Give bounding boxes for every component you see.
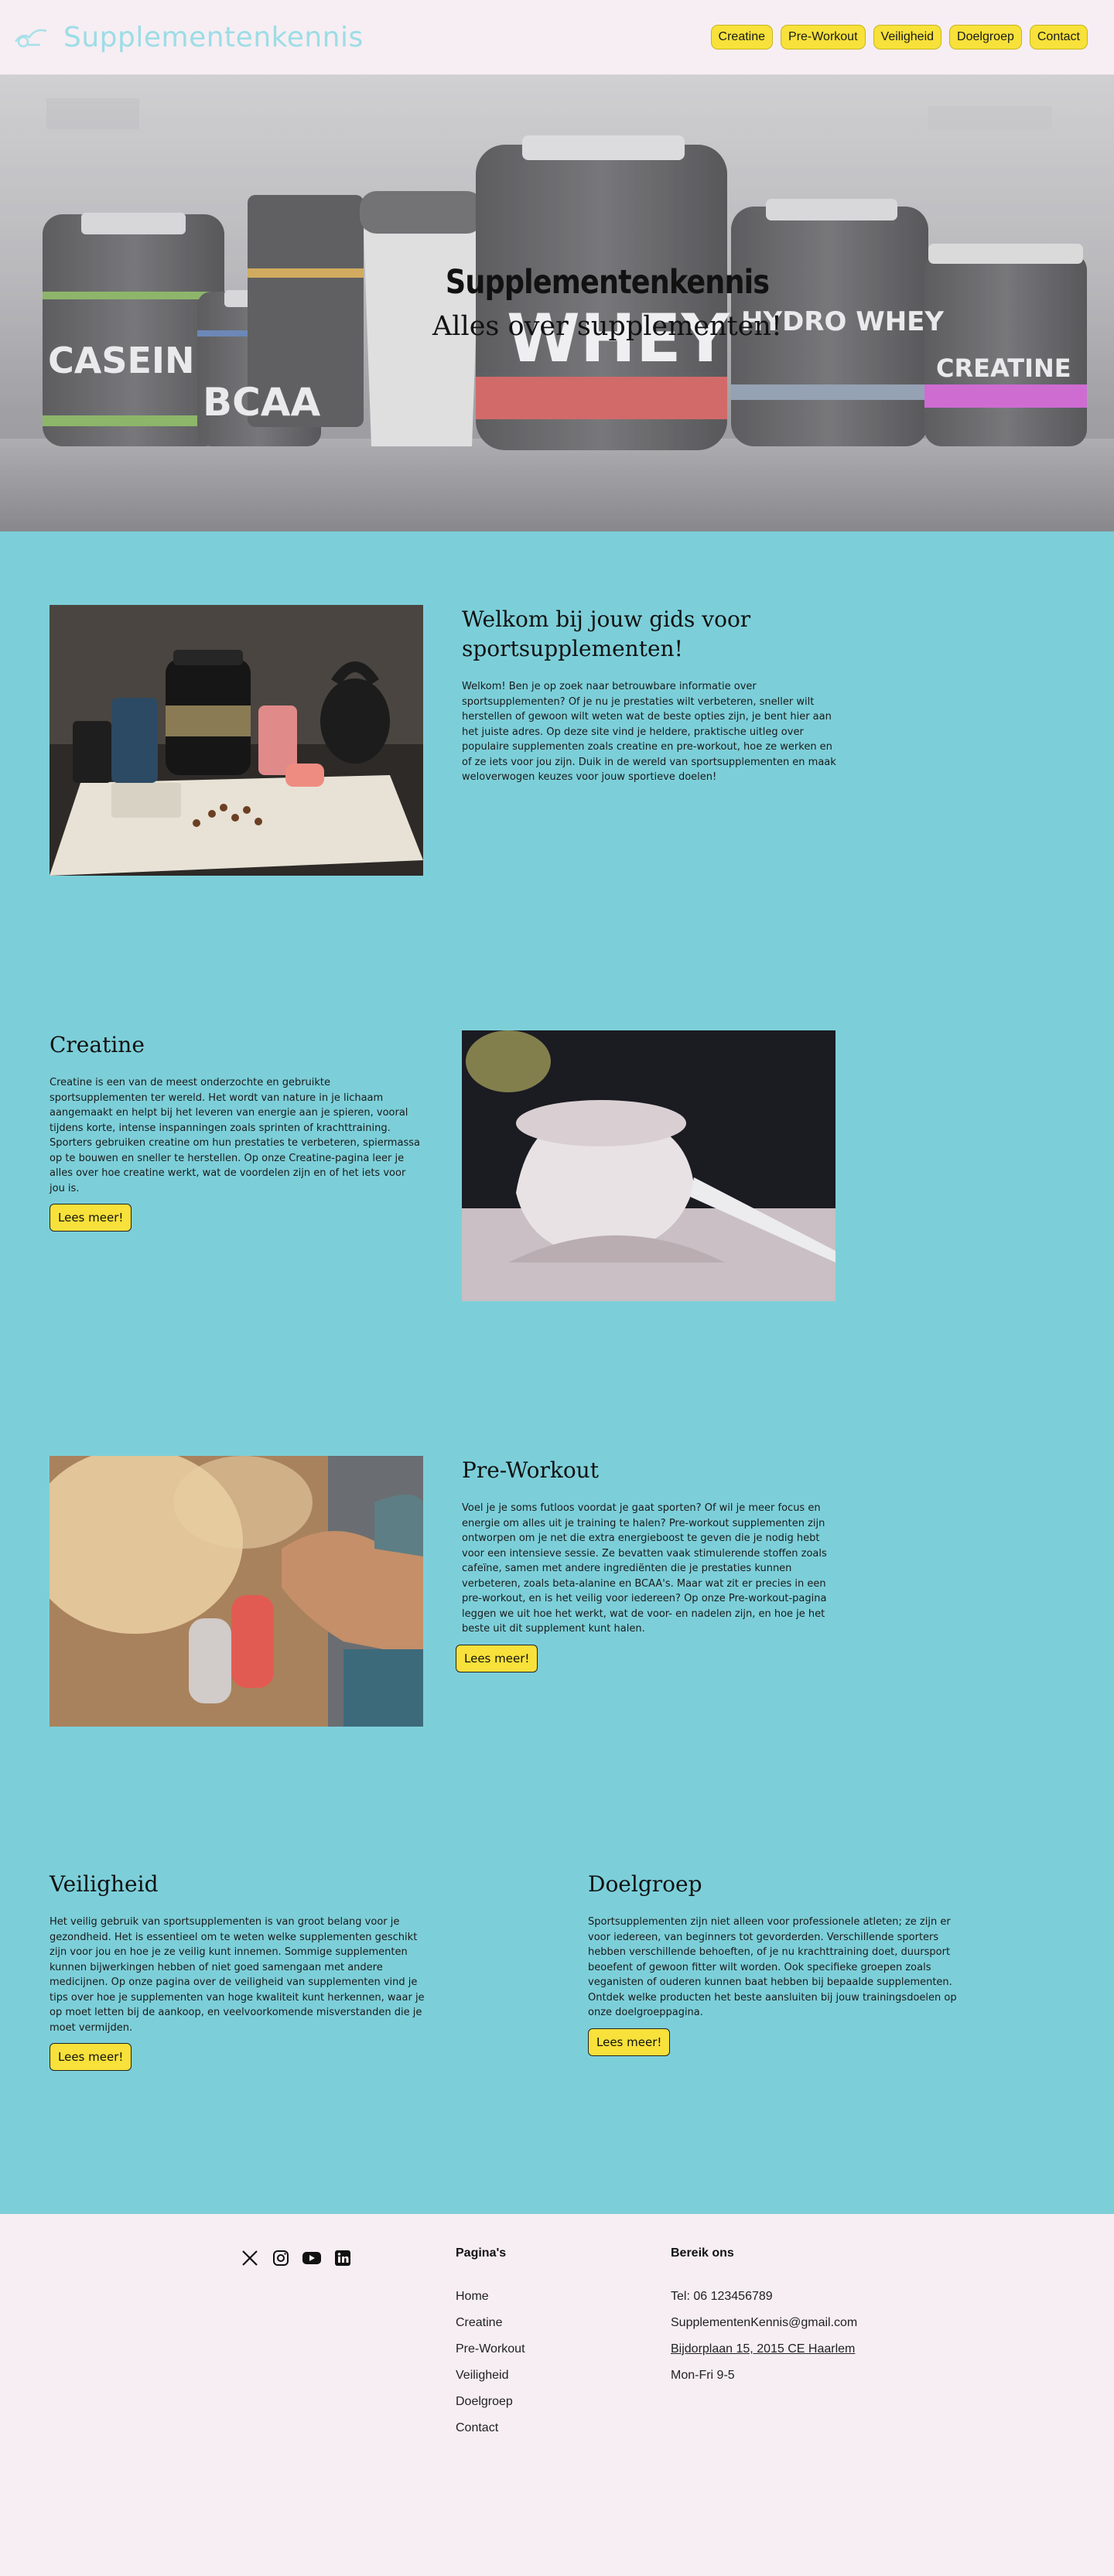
intro-body: Welkom! Ben je op zoek naar betrouwbare … — [462, 681, 836, 783]
footer-hours: Mon-Fri 9-5 — [671, 2369, 735, 2382]
instagram-icon[interactable] — [271, 2248, 291, 2268]
veiligheid-body: Het veilig gebruik van sportsupplementen… — [50, 1916, 425, 2034]
veiligheid-read-more-button[interactable]: Lees meer! — [50, 2043, 132, 2071]
creatine-title: Creatine — [50, 1032, 145, 1057]
creatine-image — [462, 1030, 836, 1301]
footer-pages: Pagina's Home Creatine Pre-Workout Veili… — [456, 2246, 525, 2441]
main-content: Welkom bij jouw gids voor sportsupplemen… — [0, 531, 1114, 2214]
footer-link-doelgroep[interactable]: Doelgroep — [456, 2389, 525, 2415]
footer-link-veiligheid[interactable]: Veiligheid — [456, 2362, 525, 2389]
nav-doelgroep[interactable]: Doelgroep — [949, 25, 1022, 50]
footer-contact: Bereik ons Tel: 06 123456789 Supplemente… — [671, 2246, 857, 2389]
hero-banner: CASEIN BCAA WHEY HYDRO WHEY CREATINE Sup… — [0, 75, 1114, 531]
pre-workout-read-more-button[interactable]: Lees meer! — [456, 1644, 538, 1672]
main-nav: Creatine Pre-Workout Veiligheid Doelgroe… — [710, 25, 1088, 50]
nav-creatine[interactable]: Creatine — [710, 25, 774, 50]
footer-pages-heading: Pagina's — [456, 2246, 507, 2260]
site-footer: Pagina's Home Creatine Pre-Workout Veili… — [0, 2214, 1114, 2576]
hero-text: Supplementenkennis Alles over supplement… — [0, 263, 1114, 342]
creatine-body: Creatine is een van de meest onderzochte… — [50, 1077, 420, 1194]
doelgroep-title: Doelgroep — [588, 1871, 702, 1897]
brand[interactable]: Supplementenkennis — [12, 22, 364, 53]
intro-image — [50, 605, 423, 876]
footer-address-link[interactable]: Bijdorplaan 15, 2015 CE Haarlem — [671, 2336, 857, 2362]
pre-workout-title: Pre-Workout — [462, 1457, 599, 1483]
intro-title: Welkom bij jouw gids voor sportsupplemen… — [462, 606, 751, 661]
footer-link-home[interactable]: Home — [456, 2284, 525, 2310]
site-header: Supplementenkennis Creatine Pre-Workout … — [0, 0, 1114, 75]
social-links — [240, 2248, 353, 2268]
hero-subtitle: Alles over supplementen! — [432, 311, 782, 342]
intro-text: Welkom bij jouw gids voor sportsupplemen… — [462, 605, 841, 785]
creatine-read-more-button[interactable]: Lees meer! — [50, 1204, 132, 1232]
footer-link-creatine[interactable]: Creatine — [456, 2310, 525, 2336]
footer-link-contact[interactable]: Contact — [456, 2415, 525, 2441]
logo-icon — [12, 22, 51, 53]
pre-workout-body: Voel je je soms futloos voordat je gaat … — [462, 1502, 827, 1635]
hero-title: Supplementenkennis — [445, 263, 770, 302]
doelgroep-read-more-button[interactable]: Lees meer! — [588, 2028, 671, 2056]
nav-contact[interactable]: Contact — [1029, 25, 1088, 50]
nav-veiligheid[interactable]: Veiligheid — [873, 25, 942, 50]
creatine-text: Creatine Creatine is een van de meest on… — [50, 1030, 421, 1232]
doelgroep-text: Doelgroep Sportsupplementen zijn niet al… — [588, 1870, 967, 2056]
nav-pre-workout[interactable]: Pre-Workout — [781, 25, 866, 50]
pre-workout-image — [50, 1456, 423, 1727]
veiligheid-title: Veiligheid — [50, 1871, 159, 1897]
footer-contact-heading: Bereik ons — [671, 2246, 734, 2260]
footer-phone: Tel: 06 123456789 — [671, 2290, 773, 2303]
x-icon[interactable] — [240, 2248, 260, 2268]
footer-link-pre-workout[interactable]: Pre-Workout — [456, 2336, 525, 2362]
linkedin-icon[interactable] — [333, 2248, 353, 2268]
footer-email: SupplementenKennis@gmail.com — [671, 2316, 858, 2329]
youtube-icon[interactable] — [302, 2248, 322, 2268]
doelgroep-body: Sportsupplementen zijn niet alleen voor … — [588, 1916, 957, 2018]
veiligheid-text: Veiligheid Het veilig gebruik van sports… — [50, 1870, 429, 2071]
pre-workout-text: Pre-Workout Voel je je soms futloos voor… — [456, 1456, 841, 1672]
brand-name: Supplementenkennis — [63, 21, 364, 53]
